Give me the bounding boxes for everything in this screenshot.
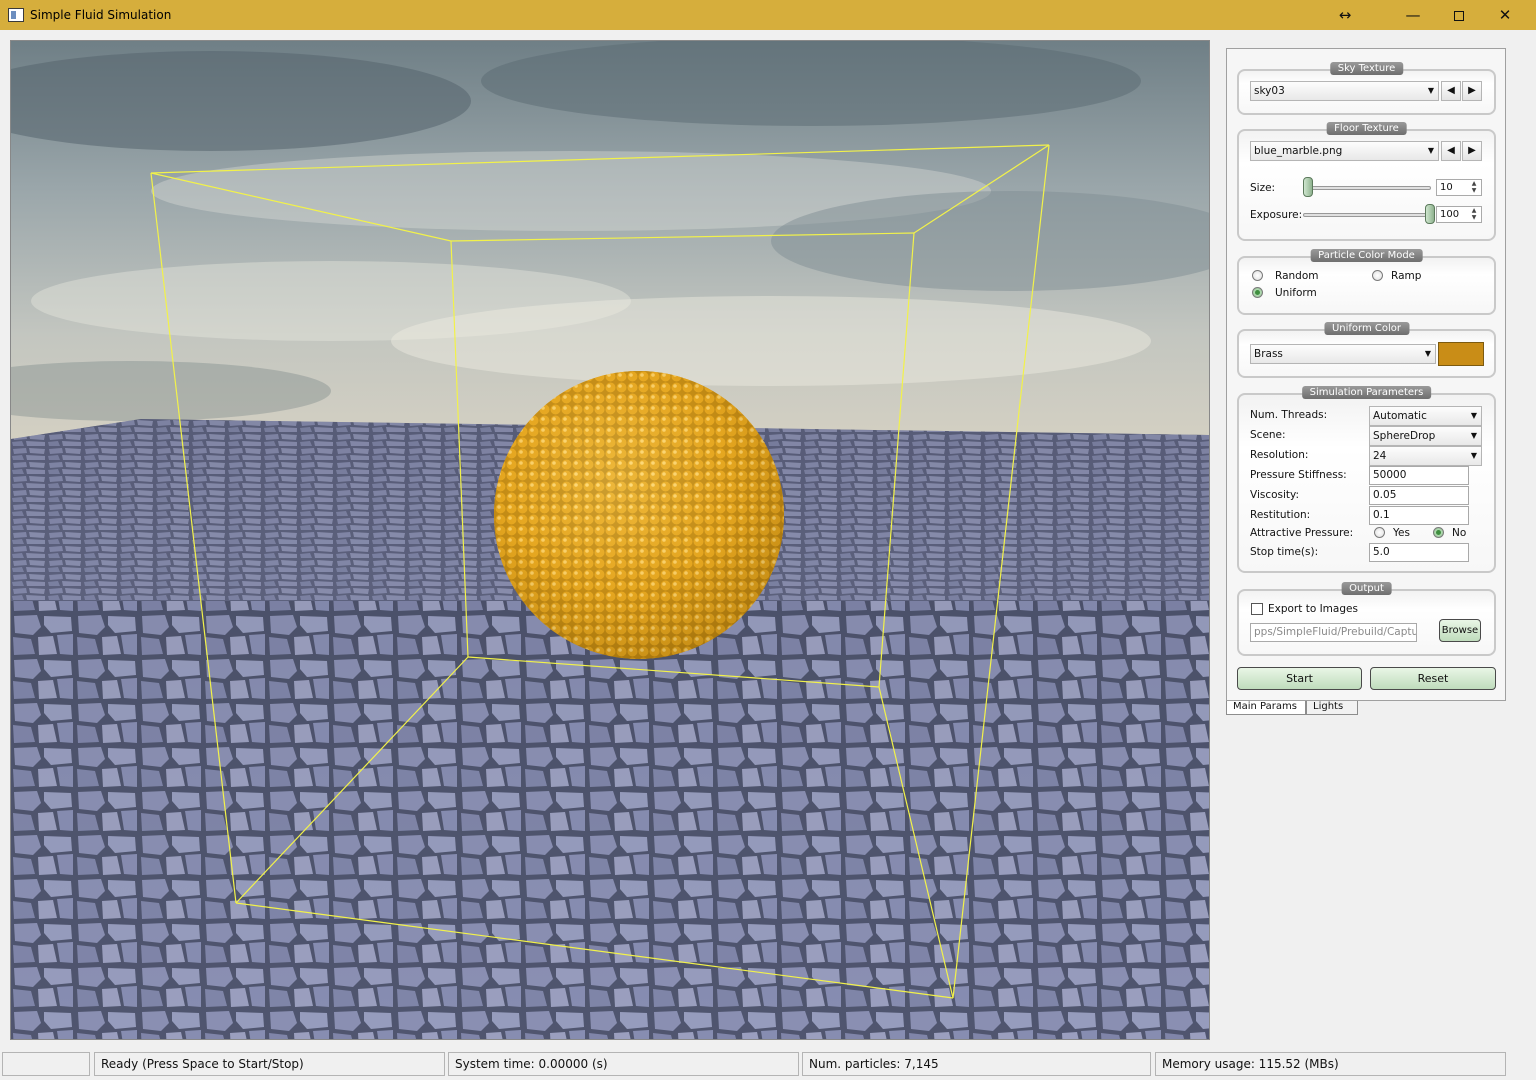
browse-button[interactable]: Browse [1439, 619, 1481, 642]
resolution-select[interactable]: 24 ▼ [1369, 446, 1482, 466]
output-group: Output Export to Images pps/SimpleFluid/… [1237, 582, 1496, 656]
size-slider[interactable] [1303, 186, 1431, 190]
reset-button[interactable]: Reset [1370, 667, 1496, 690]
size-spinbox[interactable]: 10 ▲ ▼ [1436, 179, 1482, 196]
uniform-color-swatch[interactable] [1438, 342, 1484, 366]
floor-texture-select[interactable]: blue_marble.png ▼ [1250, 141, 1439, 161]
floor-next-button[interactable]: ▶ [1462, 141, 1482, 161]
uniform-color-title: Uniform Color [1323, 322, 1410, 335]
status-system-time: System time: 0.00000 (s) [448, 1052, 799, 1076]
maximize-button[interactable] [1436, 0, 1482, 30]
sky-prev-button[interactable]: ◀ [1441, 81, 1461, 101]
restitution-label: Restitution: [1250, 509, 1311, 521]
attractive-pressure-label: Attractive Pressure: [1250, 527, 1354, 539]
resolution-value: 24 [1373, 450, 1387, 462]
minimize-button[interactable]: — [1390, 0, 1436, 30]
simulation-parameters-title: Simulation Parameters [1301, 386, 1432, 399]
restitution-input[interactable]: 0.1 [1369, 506, 1469, 525]
num-threads-label: Num. Threads: [1250, 409, 1328, 421]
export-images-label: Export to Images [1268, 603, 1358, 615]
status-memory-usage: Memory usage: 115.52 (MBs) [1155, 1052, 1506, 1076]
control-panel: Sky Texture sky03 ▼ ◀ ▶ Floor Texture bl… [1226, 48, 1506, 701]
spin-up-icon[interactable]: ▲ [1468, 207, 1480, 214]
chevron-down-icon: ▼ [1470, 431, 1477, 440]
floor-prev-button[interactable]: ◀ [1441, 141, 1461, 161]
num-threads-select[interactable]: Automatic ▼ [1369, 406, 1482, 426]
exposure-slider[interactable] [1303, 213, 1431, 217]
radio-attractive-no[interactable] [1433, 527, 1444, 538]
sky-next-button[interactable]: ▶ [1462, 81, 1482, 101]
attractive-yes-label: Yes [1393, 527, 1410, 539]
scene-select[interactable]: SphereDrop ▼ [1369, 426, 1482, 446]
scene-label: Scene: [1250, 429, 1286, 441]
radio-attractive-yes[interactable] [1374, 527, 1385, 538]
size-value: 10 [1440, 182, 1453, 193]
stop-time-input[interactable]: 5.0 [1369, 543, 1469, 562]
render-viewport[interactable] [10, 40, 1210, 1040]
particle-color-mode-title: Particle Color Mode [1310, 249, 1423, 262]
radio-uniform[interactable] [1252, 287, 1263, 298]
radio-uniform-label: Uniform [1275, 287, 1317, 299]
chevron-down-icon: ▼ [1427, 86, 1434, 95]
chevron-down-icon: ▼ [1427, 146, 1434, 155]
start-button[interactable]: Start [1237, 667, 1362, 690]
close-button[interactable]: ✕ [1482, 0, 1528, 30]
maximize-icon [1454, 10, 1464, 21]
tab-main-params[interactable]: Main Params [1226, 701, 1306, 715]
sky-texture-value: sky03 [1254, 85, 1285, 97]
status-bar: Ready (Press Space to Start/Stop) System… [0, 1048, 1536, 1080]
viscosity-input[interactable]: 0.05 [1369, 486, 1469, 505]
uniform-color-group: Uniform Color Brass ▼ [1237, 322, 1496, 378]
stop-time-label: Stop time(s): [1250, 546, 1319, 558]
floor-texture-group: Floor Texture blue_marble.png ▼ ◀ ▶ Size… [1237, 122, 1496, 241]
exposure-label: Exposure: [1250, 209, 1303, 221]
size-label: Size: [1250, 182, 1276, 194]
chevron-down-icon: ▼ [1470, 451, 1477, 460]
pressure-stiffness-input[interactable]: 50000 [1369, 466, 1469, 485]
simulation-parameters-group: Simulation Parameters Num. Threads: Auto… [1237, 386, 1496, 573]
status-empty-cell [2, 1052, 90, 1076]
window-title: Simple Fluid Simulation [30, 8, 172, 22]
scene-value: SphereDrop [1373, 430, 1436, 442]
floor-texture-value: blue_marble.png [1254, 145, 1343, 157]
chevron-down-icon: ▼ [1470, 411, 1477, 420]
status-num-particles: Num. particles: 7,145 [802, 1052, 1151, 1076]
radio-ramp-label: Ramp [1391, 270, 1422, 282]
radio-random[interactable] [1252, 270, 1263, 281]
exposure-slider-handle[interactable] [1425, 204, 1435, 224]
num-threads-value: Automatic [1373, 410, 1427, 422]
viscosity-label: Viscosity: [1250, 489, 1300, 501]
spin-down-icon[interactable]: ▼ [1468, 214, 1480, 221]
scene-svg [11, 41, 1209, 1039]
output-title: Output [1341, 582, 1392, 595]
particle-color-mode-group: Particle Color Mode Random Ramp Uniform [1237, 249, 1496, 315]
export-images-checkbox[interactable] [1251, 603, 1263, 615]
app-icon [8, 8, 24, 22]
sky-texture-select[interactable]: sky03 ▼ [1250, 81, 1439, 101]
uniform-color-value: Brass [1254, 348, 1283, 360]
pressure-stiffness-label: Pressure Stiffness: [1250, 469, 1347, 481]
radio-ramp[interactable] [1372, 270, 1383, 281]
tab-lights[interactable]: Lights [1306, 701, 1358, 715]
spin-up-icon[interactable]: ▲ [1468, 180, 1480, 187]
exposure-spinbox[interactable]: 100 ▲ ▼ [1436, 206, 1482, 223]
uniform-color-select[interactable]: Brass ▼ [1250, 344, 1436, 364]
resolution-label: Resolution: [1250, 449, 1309, 461]
floor-texture-title: Floor Texture [1326, 122, 1407, 135]
title-bar: Simple Fluid Simulation ↔ — ✕ [0, 0, 1536, 30]
radio-random-label: Random [1275, 270, 1319, 282]
sky-texture-title: Sky Texture [1329, 62, 1404, 75]
chevron-down-icon: ▼ [1424, 349, 1431, 358]
sky-texture-group: Sky Texture sky03 ▼ ◀ ▶ [1237, 62, 1496, 115]
attractive-no-label: No [1452, 527, 1467, 539]
spin-down-icon[interactable]: ▼ [1468, 187, 1480, 194]
size-slider-handle[interactable] [1303, 177, 1313, 197]
resize-arrows-icon[interactable]: ↔ [1322, 0, 1368, 30]
exposure-value: 100 [1440, 209, 1460, 220]
status-ready: Ready (Press Space to Start/Stop) [94, 1052, 445, 1076]
output-path-input[interactable]: pps/SimpleFluid/Prebuild/Capture/ [1250, 623, 1417, 642]
